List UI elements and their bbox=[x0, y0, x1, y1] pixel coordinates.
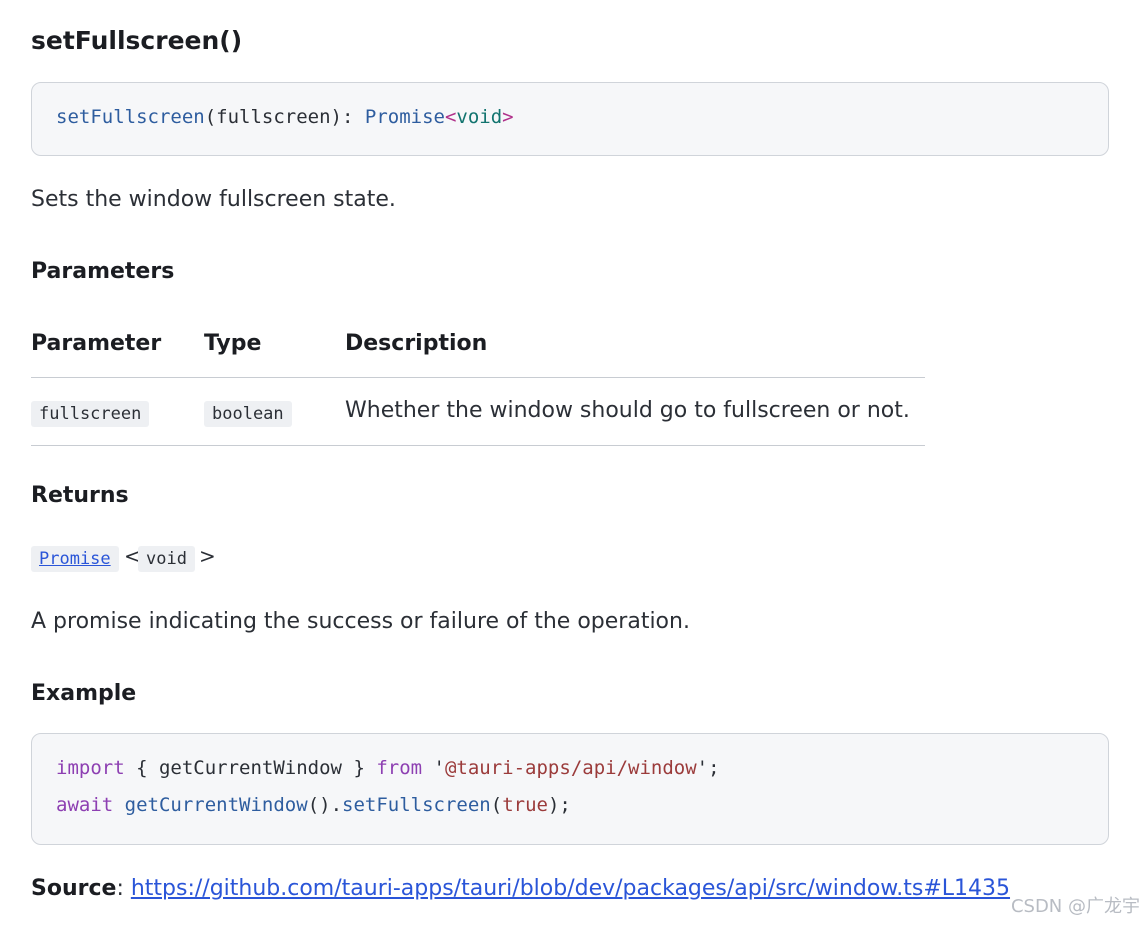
param-description: Whether the window should go to fullscre… bbox=[345, 398, 910, 423]
parameters-heading: Parameters bbox=[31, 259, 175, 284]
signature-generic: void bbox=[456, 106, 503, 128]
signature-line: setFullscreen(fullscreen): Promise<void> bbox=[56, 103, 514, 131]
signature-gt: > bbox=[502, 106, 514, 128]
table-bottom-divider bbox=[31, 445, 925, 446]
example-code-line-1: import { getCurrentWindow } from '@tauri… bbox=[56, 754, 720, 782]
column-header-description: Description bbox=[345, 331, 488, 356]
code-fn-getcurrentwindow: getCurrentWindow bbox=[124, 794, 308, 816]
signature-params: (fullscreen): bbox=[204, 106, 365, 128]
returns-gt: > bbox=[199, 544, 216, 568]
kw-await: await bbox=[56, 794, 114, 816]
watermark: CSDN @广龙宇 bbox=[1010, 896, 1140, 917]
signature-lt: < bbox=[444, 106, 457, 128]
table-header-divider bbox=[31, 377, 925, 378]
source-label: Source bbox=[31, 876, 117, 901]
code-method-setfullscreen: setFullscreen bbox=[342, 794, 491, 816]
param-name-chip: fullscreen bbox=[31, 401, 150, 427]
returns-promise-link[interactable]: Promise bbox=[31, 546, 119, 572]
code-import-ident: getCurrentWindow bbox=[158, 757, 342, 779]
kw-from: from bbox=[376, 757, 423, 779]
column-header-parameter: Parameter bbox=[31, 331, 162, 356]
code-brace-open: { bbox=[124, 757, 159, 779]
code-brace-close: } bbox=[342, 757, 377, 779]
param-type-chip: boolean bbox=[204, 401, 292, 427]
returns-generic-chip: void bbox=[138, 546, 195, 572]
example-code-block: import { getCurrentWindow } from '@tauri… bbox=[31, 733, 1109, 845]
code-paren-close: ); bbox=[547, 794, 571, 816]
code-arg-true: true bbox=[502, 794, 548, 816]
code-quote-open: ' bbox=[422, 757, 445, 779]
returns-description: A promise indicating the success or fail… bbox=[31, 609, 690, 634]
method-title: setFullscreen() bbox=[31, 26, 243, 55]
kw-import: import bbox=[56, 757, 125, 779]
code-module-string: @tauri-apps/api/window bbox=[444, 757, 697, 779]
code-quote-close: '; bbox=[696, 757, 720, 779]
returns-heading: Returns bbox=[31, 483, 129, 508]
signature-function-name: setFullscreen bbox=[56, 106, 205, 128]
source-line: Source: https://github.com/tauri-apps/ta… bbox=[31, 873, 1010, 905]
signature-return-type: Promise bbox=[364, 106, 445, 128]
signature-code-block: setFullscreen(fullscreen): Promise<void> bbox=[31, 82, 1109, 156]
source-link[interactable]: https://github.com/tauri-apps/tauri/blob… bbox=[131, 876, 1010, 901]
example-heading: Example bbox=[31, 681, 137, 706]
code-paren-open: ( bbox=[490, 794, 503, 816]
source-colon: : bbox=[116, 876, 131, 901]
example-code-line-2: await getCurrentWindow().setFullscreen(t… bbox=[56, 791, 571, 819]
column-header-type: Type bbox=[204, 331, 262, 356]
method-description: Sets the window fullscreen state. bbox=[31, 187, 396, 212]
code-call: (). bbox=[307, 794, 343, 816]
